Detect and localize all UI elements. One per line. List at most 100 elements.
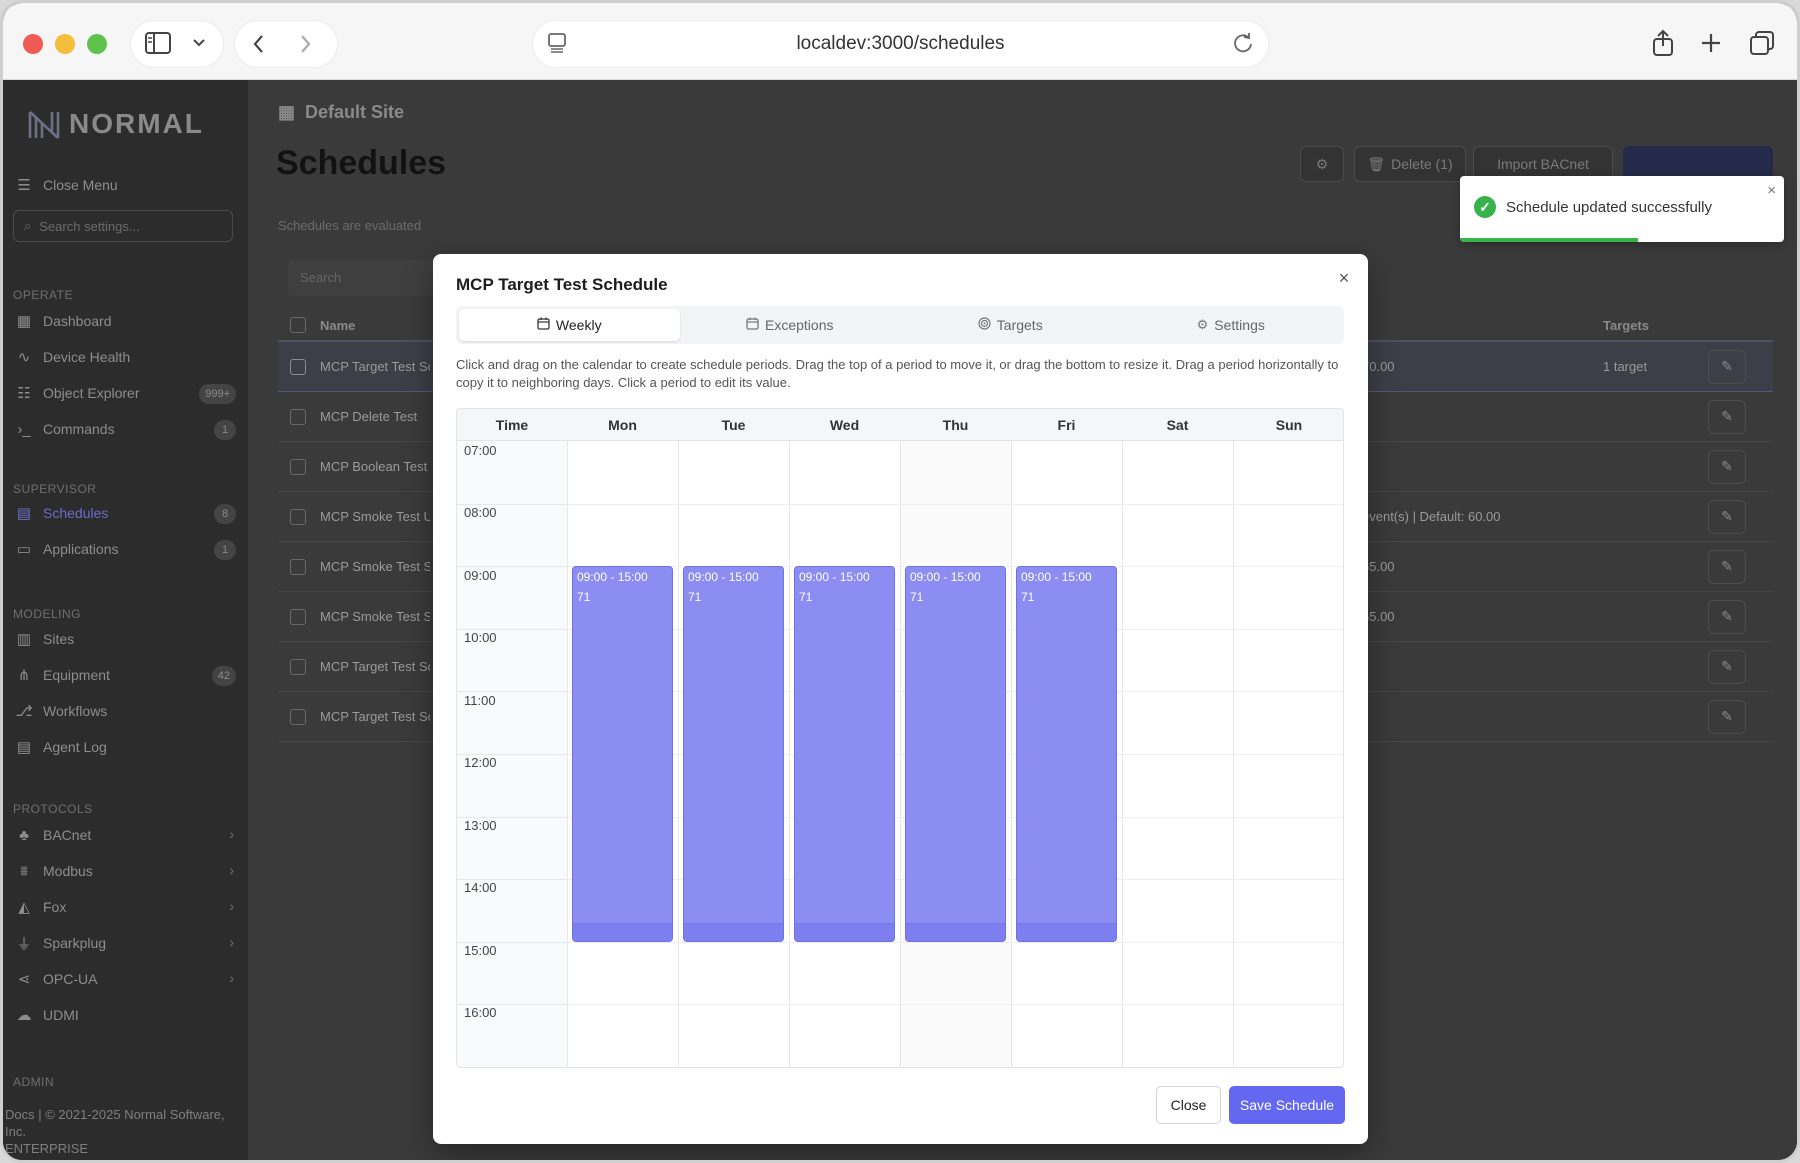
edit-button[interactable]: ✎ [1708,549,1746,584]
row-checkbox[interactable] [290,358,306,375]
tab-weekly[interactable]: Weekly [459,309,680,341]
close-button[interactable]: Close [1156,1086,1221,1124]
row-checkbox[interactable] [290,558,306,575]
minimize-window-button[interactable] [55,34,75,54]
share-icon[interactable] [1651,29,1675,62]
maximize-window-button[interactable] [87,34,107,54]
row-checkbox[interactable] [290,508,306,525]
schedule-period-fri[interactable]: 09:00 - 15:00 71 [1016,566,1117,942]
tab-settings[interactable]: ⚙ Settings [1121,309,1342,341]
day-header-tue: Tue [721,417,746,433]
forward-icon[interactable] [297,32,313,61]
close-icon[interactable]: × [1334,268,1354,288]
chevron-right-icon[interactable]: › [229,934,234,950]
close-menu-button[interactable]: ☰ Close Menu [15,176,118,194]
sidebar-item-label: Workflows [43,703,108,719]
resize-handle[interactable] [684,922,783,941]
column-name: Name [320,317,356,333]
row-checkbox[interactable] [290,708,306,725]
settings-button[interactable]: ⚙ [1300,146,1344,182]
row-checkbox[interactable] [290,458,306,475]
calendar-instructions: Click and drag on the calendar to create… [456,357,1339,390]
sidebar-item-device-health[interactable]: ∿ Device Health [15,348,130,366]
sidebar-item-equipment[interactable]: ⋔ Equipment [15,666,110,684]
back-icon[interactable] [251,32,267,61]
row-checkbox[interactable] [290,408,306,425]
sidebar-item-applications[interactable]: ▭ Applications [15,540,119,558]
chevron-right-icon[interactable]: › [229,898,234,914]
sidebar-item-label: Object Explorer [43,385,140,401]
close-menu-label: Close Menu [43,177,118,193]
calendar-header: Time Mon Tue Wed Thu Fri Sat Sun [457,409,1343,441]
site-breadcrumb[interactable]: ▦ Default Site [278,102,404,123]
time-hour-line [457,503,567,505]
sidebar-item-label: Dashboard [43,313,112,329]
hour-label: 14:00 [464,880,497,895]
app-area: NORMAL ☰ Close Menu ⌕ Search settings...… [3,80,1797,1160]
pencil-icon: ✎ [1721,358,1733,374]
schedule-period-tue[interactable]: 09:00 - 15:00 71 [683,566,784,942]
select-all-checkbox[interactable] [290,317,306,333]
chevron-right-icon[interactable]: › [229,862,234,878]
calendar-grid[interactable]: 07:00 08:00 09:00 10:00 11:00 12:00 13:0… [457,441,1343,1067]
sidebar-item-dashboard[interactable]: ▦ Dashboard [15,312,112,330]
section-title-operate: OPERATE [13,288,73,302]
reload-icon[interactable] [1232,32,1254,59]
bacnet-icon: ♣ [19,826,29,844]
fox-icon: ◭ [18,899,30,916]
resize-handle[interactable] [795,922,894,941]
edit-button[interactable]: ✎ [1708,599,1746,634]
sidebar-toggle-icon[interactable] [145,32,171,59]
close-icon[interactable]: × [1767,182,1776,199]
row-checkbox[interactable] [290,658,306,675]
tab-exceptions[interactable]: Exceptions [680,309,901,341]
edit-button[interactable]: ✎ [1708,699,1746,734]
row-checkbox[interactable] [290,608,306,625]
sidebar-item-commands[interactable]: ›_ Commands [15,420,115,438]
hour-label: 13:00 [464,818,497,833]
edit-button[interactable]: ✎ [1708,649,1746,684]
schedule-period-mon[interactable]: 09:00 - 15:00 71 [572,566,673,942]
sidebar-item-modbus[interactable]: ⩩ Modbus [15,862,93,880]
chevron-right-icon[interactable]: › [229,826,234,842]
sidebar-item-label: Commands [43,421,115,437]
resize-handle[interactable] [573,922,672,941]
close-window-button[interactable] [23,34,43,54]
chevron-down-icon[interactable] [191,32,207,59]
gear-icon: ⚙ [1315,155,1329,172]
list-icon: ☷ [17,385,31,402]
tab-targets[interactable]: Targets [900,309,1121,341]
address-bar[interactable]: localdev:3000/schedules [533,21,1268,67]
sidebar-item-agent-log[interactable]: ▤ Agent Log [15,738,107,756]
tab-label: Settings [1214,317,1265,333]
edit-button[interactable]: ✎ [1708,399,1746,434]
settings-search-input[interactable]: ⌕ Search settings... [13,210,233,242]
schedule-period-thu[interactable]: 09:00 - 15:00 71 [905,566,1006,942]
sidebar-item-schedules[interactable]: ▤ Schedules [15,504,108,522]
new-tab-icon[interactable] [1699,31,1723,60]
sidebar-item-fox[interactable]: ◭ Fox [15,898,66,916]
row-name: MCP Smoke Test Schedule [320,609,430,624]
resize-handle[interactable] [906,922,1005,941]
sidebar-item-sparkplug[interactable]: ⏚ Sparkplug [15,934,106,953]
building-icon: ▥ [16,631,32,648]
edit-button[interactable]: ✎ [1708,499,1746,534]
schedule-period-wed[interactable]: 09:00 - 15:00 71 [794,566,895,942]
evaluation-note: Schedules are evaluated [278,218,422,233]
edit-button[interactable]: ✎ [1708,449,1746,484]
sidebar-item-udmi[interactable]: ☁ UDMI [15,1006,79,1024]
delete-button[interactable]: 🗑 Delete (1) [1354,146,1466,182]
resize-handle[interactable] [1017,922,1116,941]
sidebar-item-opc-ua[interactable]: ⋖ OPC-UA [15,970,98,988]
row-name: MCP Target Test Schedule [320,659,430,674]
schedules-badge: 8 [214,504,236,524]
sidebar-toggle-group [131,21,223,67]
sidebar-item-sites[interactable]: ▥ Sites [15,630,74,648]
sidebar-item-bacnet[interactable]: ♣ BACnet [15,826,91,844]
chevron-right-icon[interactable]: › [229,970,234,986]
weekly-calendar[interactable]: Time Mon Tue Wed Thu Fri Sat Sun 07:00 0… [456,408,1344,1068]
tab-overview-icon[interactable] [1749,30,1775,61]
sidebar-item-workflows[interactable]: ⎇ Workflows [15,702,107,720]
save-schedule-button[interactable]: Save Schedule [1229,1086,1345,1124]
edit-button[interactable]: ✎ [1708,349,1746,384]
